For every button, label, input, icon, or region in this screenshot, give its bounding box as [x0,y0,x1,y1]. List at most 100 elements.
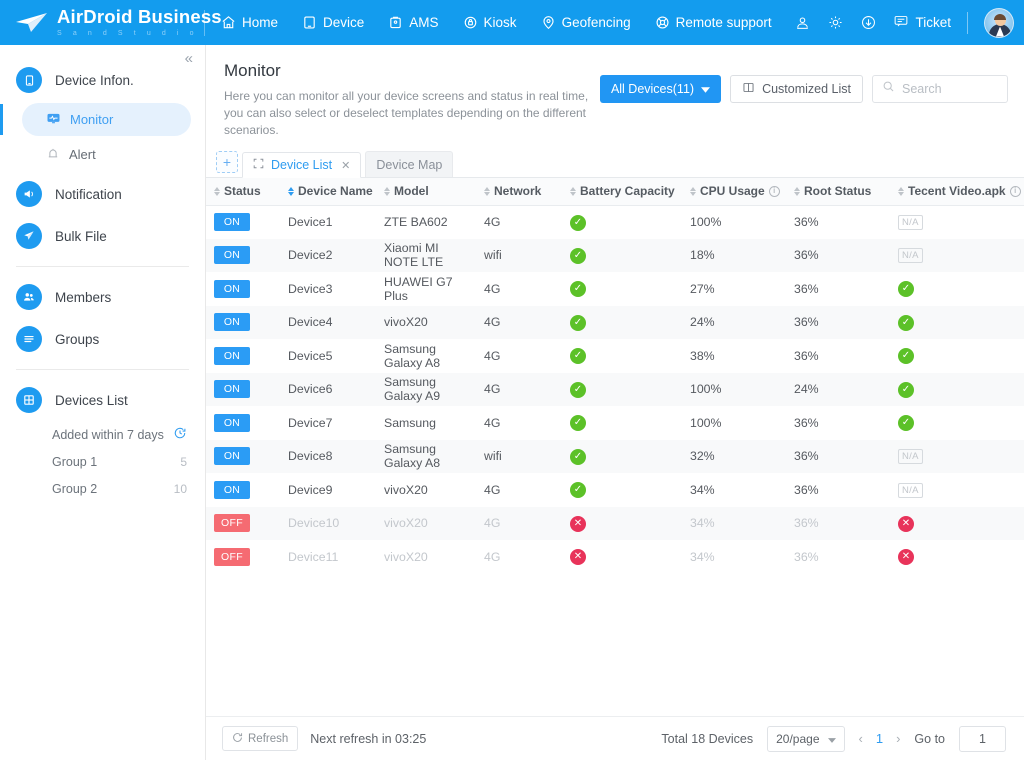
sidebar-item-notification[interactable]: Notification [0,173,205,215]
cell-model: vivoX20 [376,306,476,340]
nav-item-home[interactable]: Home [219,11,280,34]
status-badge: ON [214,347,250,365]
sidebar-item-groups[interactable]: Groups [0,318,205,360]
tab-device-map[interactable]: Device Map [365,151,453,177]
sort-icon[interactable] [384,187,390,196]
nav-item-remote-support[interactable]: Remote support [653,11,774,34]
sort-icon[interactable] [690,187,696,196]
table-row[interactable]: ONDevice4vivoX204G✓24%36%✓ [206,306,1024,340]
sidebar-item-monitor[interactable]: Monitor [22,103,191,136]
sort-icon[interactable] [570,187,576,196]
devices-list-icon [16,387,42,413]
table-row[interactable]: ONDevice5Samsung Galaxy A84G✓38%36%✓ [206,339,1024,373]
cell-tecent-video-apk: N/A [890,205,1024,239]
customized-list-button[interactable]: Customized List [730,75,863,103]
cell-model: vivoX20 [376,540,476,574]
download-icon[interactable] [860,14,877,31]
cell-device-name: Device11 [280,540,376,574]
sidebar-group-group-1[interactable]: Group 1 5 [0,448,205,475]
cell-network: 4G [476,205,562,239]
next-page-button[interactable]: › [896,731,900,746]
avatar[interactable] [984,8,1014,38]
info-icon[interactable]: i [769,186,780,197]
column-header-device-name[interactable]: Device Name [280,178,376,205]
nav-label: Remote support [676,15,772,30]
per-page-select[interactable]: 20/page [767,726,844,752]
cell-network: 4G [476,406,562,440]
airdroid-logo-icon [14,12,48,34]
column-label: Model [394,184,429,198]
sidebar-item-device-infon[interactable]: Device Infon. [0,59,205,101]
sidebar-item-members[interactable]: Members [0,276,205,318]
sort-icon[interactable] [214,187,220,196]
sidebar-item-devices-list[interactable]: Devices List [0,379,205,421]
column-header-cpu-usage[interactable]: CPU Usage i [682,178,786,205]
cell-battery-capacity: ✓ [562,373,682,407]
status-ok-icon: ✓ [570,281,586,297]
cell-network: wifi [476,440,562,474]
table-row[interactable]: OFFDevice10vivoX204G✕34%36%✕ [206,507,1024,541]
sidebar-group-group-2[interactable]: Group 2 10 [0,475,205,502]
table-row[interactable]: ONDevice3HUAWEI G7 Plus4G✓27%36%✓ [206,272,1024,306]
table-row[interactable]: OFFDevice11vivoX204G✕34%36%✕ [206,540,1024,574]
nav-item-ams[interactable]: AMS [386,11,440,34]
nav-item-kiosk[interactable]: Kiosk [461,11,519,34]
cell-model: Samsung Galaxy A9 [376,373,476,407]
table-row[interactable]: ONDevice1ZTE BA6024G✓100%36%N/A [206,205,1024,239]
sort-icon[interactable] [898,187,904,196]
sort-icon[interactable] [794,187,800,196]
table-row[interactable]: ONDevice9vivoX204G✓34%36%N/A [206,473,1024,507]
cell-root-status: 24% [786,373,890,407]
ticket-button[interactable]: Ticket [893,13,951,32]
cell-device-name: Device8 [280,440,376,474]
brand-logo-area[interactable]: AirDroid Business S a n d S t u d i o [14,8,200,37]
sidebar-collapse-icon[interactable]: « [185,51,193,66]
prev-page-button[interactable]: ‹ [859,731,863,746]
sidebar-item-label: Notification [55,187,122,202]
search-box[interactable] [872,75,1008,103]
cell-status: ON [206,339,280,373]
account-icon[interactable] [794,14,811,31]
table-row[interactable]: ONDevice6Samsung Galaxy A94G✓100%24%✓ [206,373,1024,407]
chevron-down-icon [828,732,836,746]
kiosk-icon [463,15,478,30]
table-row[interactable]: ONDevice8Samsung Galaxy A8wifi✓32%36%N/A [206,440,1024,474]
sort-icon[interactable] [484,187,490,196]
sort-icon[interactable] [288,187,294,196]
group-count: 5 [180,455,187,469]
table-row[interactable]: ONDevice7Samsung4G✓100%36%✓ [206,406,1024,440]
table-header-row: Status Device Name Model Network [206,178,1024,205]
column-header-battery-capacity[interactable]: Battery Capacity [562,178,682,205]
refresh-button[interactable]: Refresh [222,726,298,751]
column-label: CPU Usage [700,184,765,198]
tab-device-list[interactable]: Device List ✕ [242,152,361,178]
page-number-1[interactable]: 1 [876,731,883,746]
column-label: Status [224,184,261,198]
sidebar-item-alert[interactable]: Alert [22,138,191,171]
top-navigation-bar: AirDroid Business S a n d S t u d i o Ho… [0,0,1024,45]
cell-battery-capacity: ✓ [562,440,682,474]
search-input[interactable] [902,82,998,96]
info-icon[interactable]: i [1010,186,1021,197]
column-label: Device Name [298,184,373,198]
cell-cpu-usage: 32% [682,440,786,474]
close-icon[interactable]: ✕ [339,159,350,172]
sidebar-group-added-within-7-days[interactable]: Added within 7 days [0,421,205,448]
gear-icon[interactable] [827,14,844,31]
cell-network: 4G [476,272,562,306]
cell-device-name: Device3 [280,272,376,306]
table-row[interactable]: ONDevice2Xiaomi MI NOTE LTEwifi✓18%36%N/… [206,239,1024,273]
cell-battery-capacity: ✕ [562,540,682,574]
nav-item-geofencing[interactable]: Geofencing [539,11,633,34]
all-devices-dropdown[interactable]: All Devices(11) [600,75,721,103]
column-header-tecent-video-apk[interactable]: Tecent Video.apk i [890,178,1024,205]
add-tab-button[interactable]: + [216,151,238,173]
status-ok-icon: ✓ [898,348,914,364]
nav-item-device[interactable]: Device [300,11,366,34]
goto-page-input[interactable] [959,726,1006,752]
column-header-root-status[interactable]: Root Status [786,178,890,205]
column-header-network[interactable]: Network [476,178,562,205]
sidebar-item-bulk-file[interactable]: Bulk File [0,215,205,257]
column-header-model[interactable]: Model [376,178,476,205]
column-header-status[interactable]: Status [206,178,280,205]
